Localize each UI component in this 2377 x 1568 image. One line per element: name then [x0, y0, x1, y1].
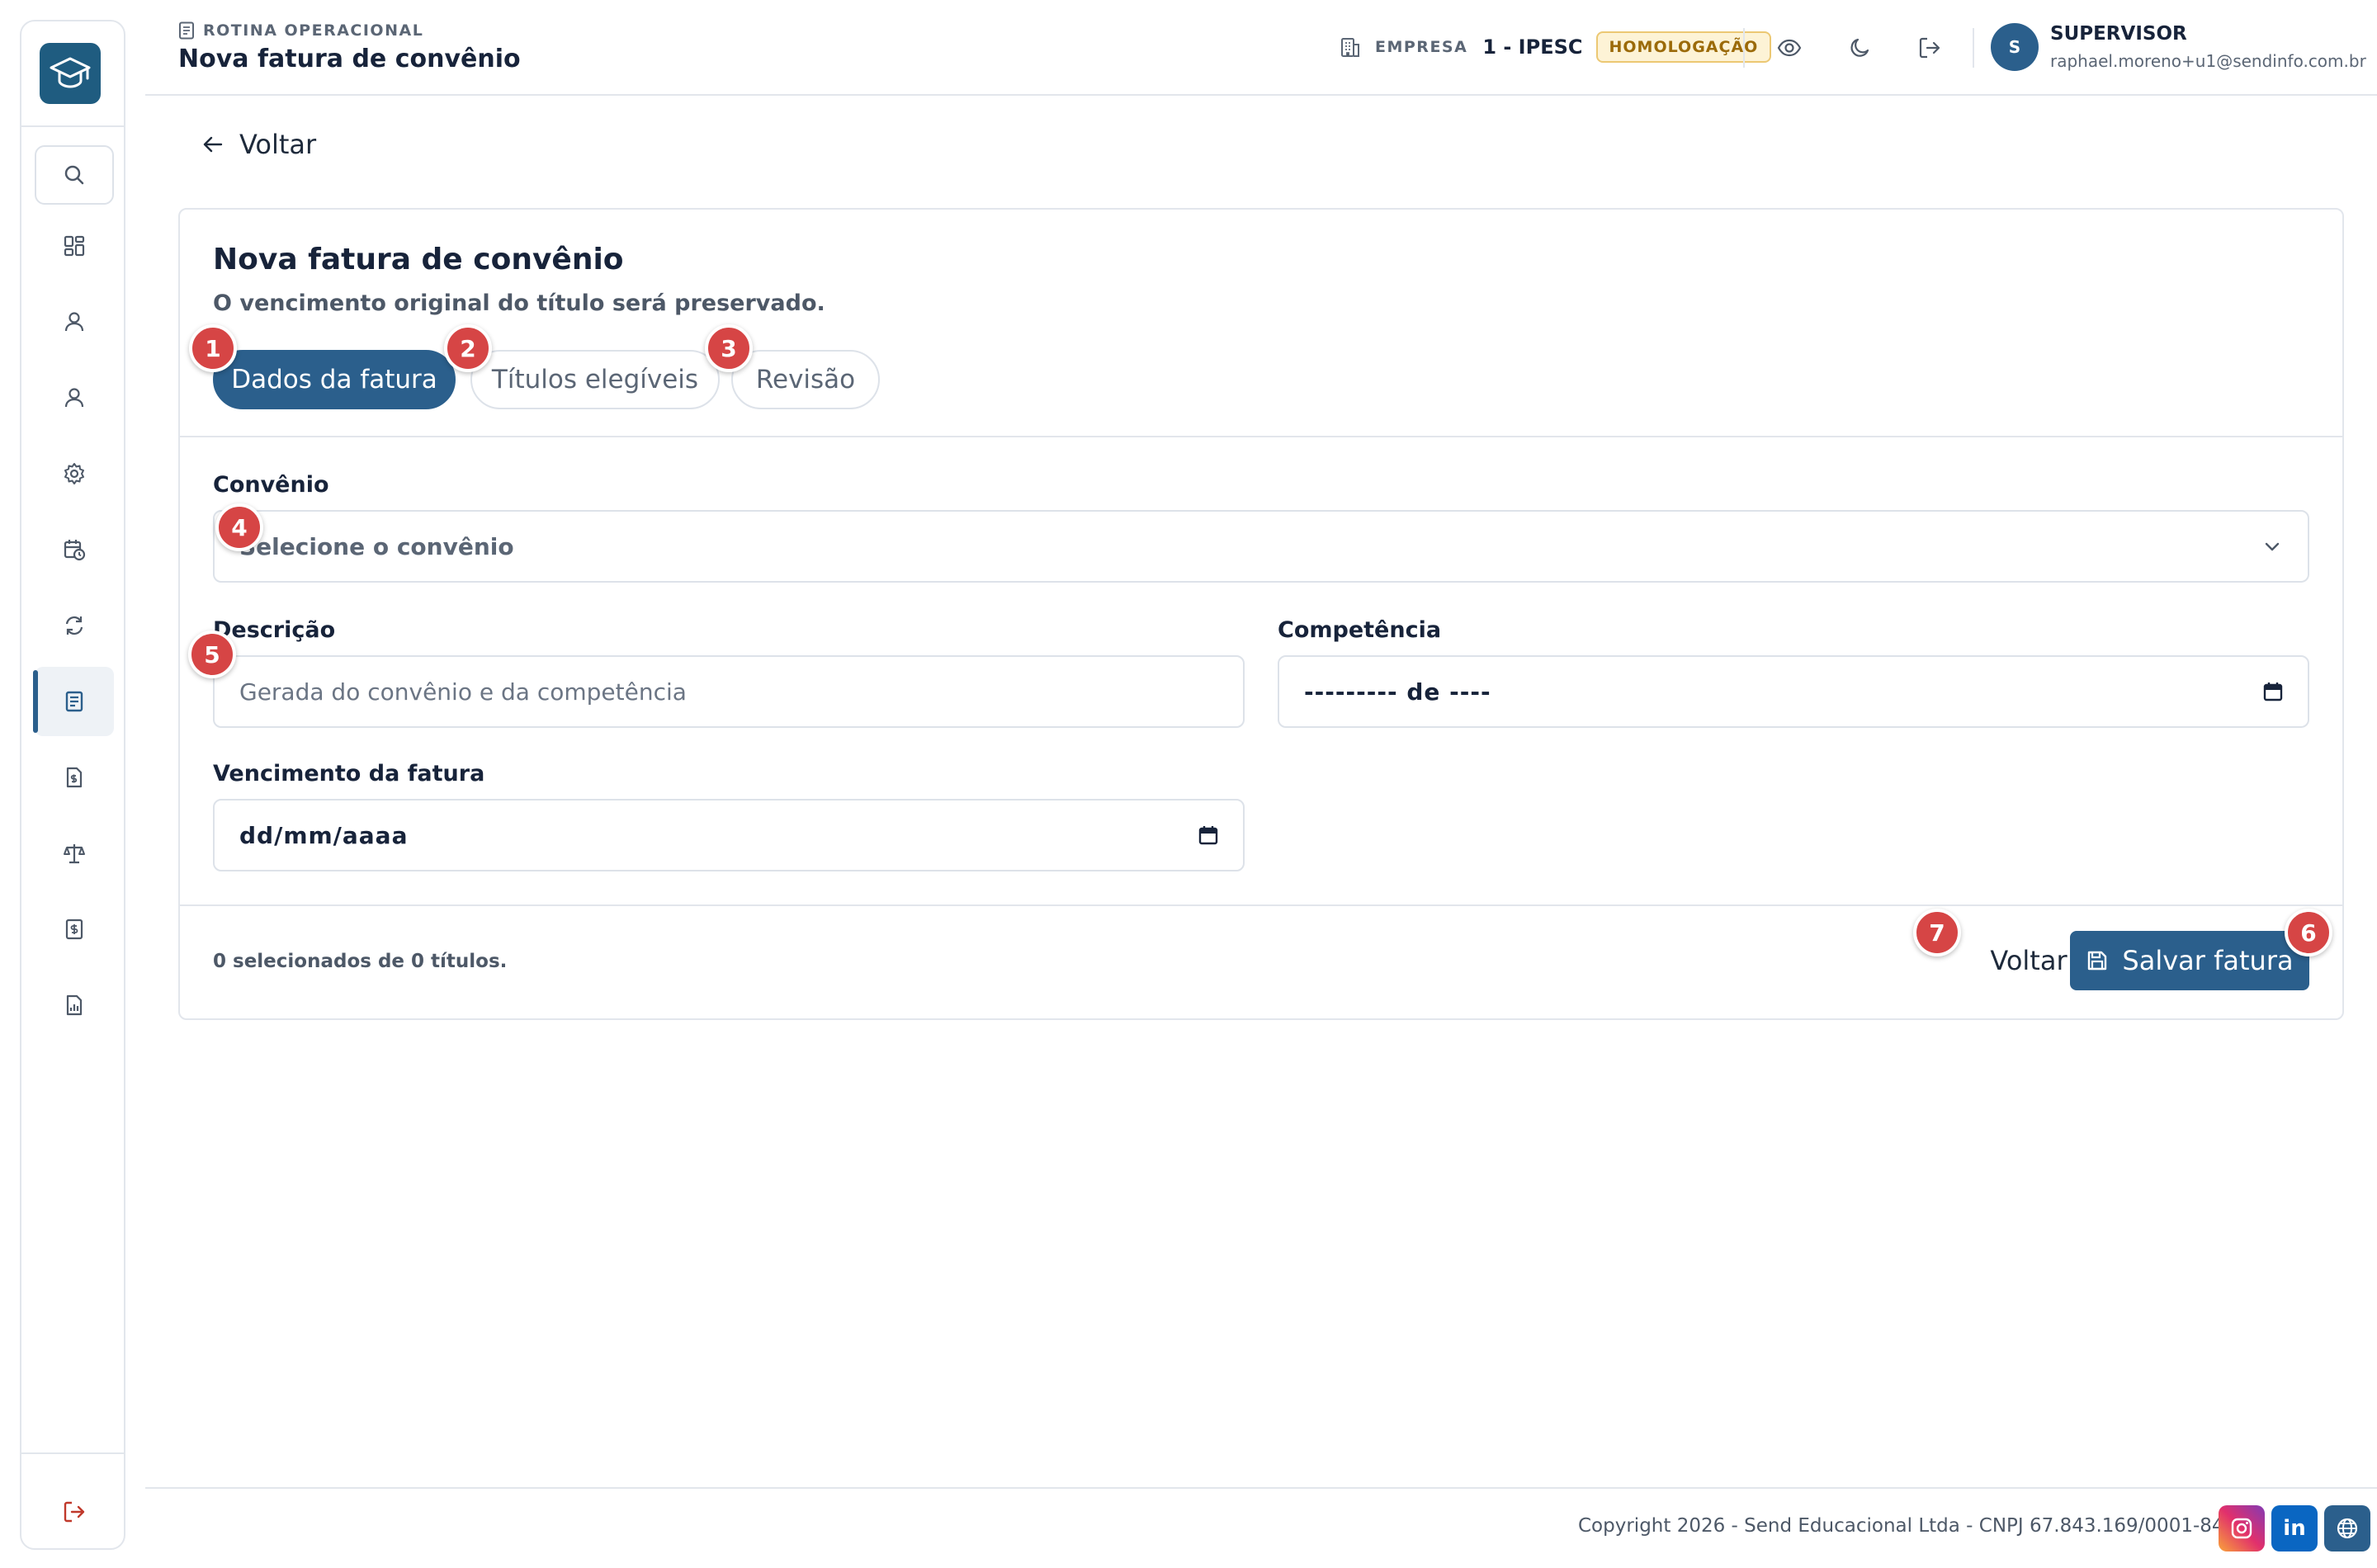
- file-dollar-icon: [66, 767, 83, 788]
- theme-toggle-button[interactable]: [1842, 30, 1878, 66]
- competencia-label: Competência: [1278, 617, 1442, 643]
- competencia-input[interactable]: --------- de ----: [1278, 655, 2309, 728]
- sidebar-item-billing[interactable]: [35, 743, 114, 812]
- marker-6: 6: [2285, 909, 2332, 956]
- copyright-text: Copyright 2026 - Send Educacional Ltda -…: [1578, 1515, 2224, 1537]
- refresh-icon: [65, 616, 83, 635]
- sidebar-item-legal[interactable]: [35, 819, 114, 888]
- toggle-visibility-button[interactable]: [1771, 30, 1808, 66]
- step-dados-da-fatura[interactable]: Dados da fatura: [213, 350, 456, 409]
- user-email: raphael.moreno+u1@sendinfo.com.br: [2050, 51, 2366, 71]
- linkedin-icon: in: [2283, 1516, 2306, 1541]
- marker-7: 7: [1913, 909, 1961, 956]
- selected-count: 0 selecionados de 0 títulos.: [213, 951, 508, 972]
- card-subtitle: O vencimento original do título será pre…: [213, 290, 825, 316]
- invoice-form-card: Nova fatura de convênio O vencimento ori…: [178, 208, 2344, 1020]
- chevron-down-icon: [2261, 512, 2283, 581]
- scale-icon: [64, 844, 85, 864]
- user-role: SUPERVISOR: [2050, 23, 2187, 45]
- top-header: ROTINA OPERACIONAL Nova fatura de convên…: [145, 0, 2377, 96]
- marker-5: 5: [188, 631, 236, 678]
- sidebar-divider-bottom: [21, 1452, 124, 1454]
- convenio-select[interactable]: Selecione o convênio: [213, 510, 2309, 583]
- arrow-left-icon: [203, 136, 223, 153]
- vencimento-value: dd/mm/aaaa: [239, 821, 409, 849]
- company-value: 1 - IPESC: [1482, 35, 1583, 59]
- globe-icon: [2337, 1518, 2358, 1539]
- sidebar-search-button[interactable]: [35, 145, 114, 205]
- sidebar-item-sync[interactable]: [35, 591, 114, 660]
- sidebar-logout-button[interactable]: [35, 1482, 114, 1542]
- website-link[interactable]: [2324, 1505, 2370, 1551]
- card-divider: [180, 436, 2342, 437]
- instagram-icon: [2231, 1518, 2252, 1539]
- calendar-clock-icon: [64, 540, 86, 561]
- user-alt-icon: [64, 388, 84, 408]
- avatar[interactable]: S: [1991, 23, 2039, 71]
- graduation-cap-icon: [50, 57, 91, 88]
- card-footer-divider: [180, 904, 2342, 906]
- sidebar-item-settings[interactable]: [35, 439, 114, 508]
- marker-2: 2: [444, 324, 492, 372]
- calendar-icon[interactable]: [2263, 657, 2283, 726]
- sidebar-item-invoices[interactable]: [33, 667, 114, 736]
- building-icon: [1341, 38, 1359, 57]
- convenio-placeholder: Selecione o convênio: [239, 532, 514, 560]
- invoice-icon: [65, 691, 83, 712]
- environment-badge: HOMOLOGAÇÃO: [1595, 31, 1772, 63]
- step-revisao[interactable]: Revisão: [731, 350, 880, 409]
- descricao-label: Descrição: [213, 617, 336, 643]
- marker-1: 1: [189, 324, 237, 372]
- header-divider: [1743, 28, 1745, 68]
- sidebar-item-users[interactable]: [35, 287, 114, 357]
- sidebar-item-finance[interactable]: [35, 895, 114, 964]
- linkedin-link[interactable]: in: [2271, 1505, 2318, 1551]
- sidebar-item-dashboard[interactable]: [35, 211, 114, 281]
- header-logout-button[interactable]: [1912, 30, 1948, 66]
- breadcrumb: ROTINA OPERACIONAL: [178, 21, 423, 40]
- instagram-link[interactable]: [2219, 1505, 2265, 1551]
- company-label: EMPRESA: [1375, 38, 1468, 56]
- sidebar-item-reports[interactable]: [35, 971, 114, 1040]
- eye-icon: [1777, 39, 1802, 57]
- step-titulos-elegiveis[interactable]: Títulos elegíveis: [470, 350, 720, 409]
- sidebar: [20, 20, 125, 1550]
- marker-3: 3: [705, 324, 753, 372]
- gear-icon: [64, 463, 84, 484]
- logout-icon: [64, 1501, 85, 1523]
- company-selector[interactable]: EMPRESA 1 - IPESC HOMOLOGAÇÃO: [1339, 31, 1772, 63]
- moon-icon: [1850, 38, 1869, 57]
- search-icon: [64, 165, 84, 185]
- report-chart-icon: [66, 994, 83, 1016]
- sidebar-divider: [21, 125, 124, 127]
- user-icon: [64, 312, 84, 332]
- save-icon: [2088, 951, 2107, 971]
- document-icon: [179, 21, 194, 40]
- descricao-input[interactable]: Gerada do convênio e da competência: [213, 655, 1245, 728]
- back-link-label: Voltar: [239, 129, 317, 160]
- footer-divider: [145, 1487, 2377, 1489]
- breadcrumb-label: ROTINA OPERACIONAL: [203, 21, 424, 40]
- marker-4: 4: [215, 503, 263, 551]
- header-divider: [1973, 28, 1974, 68]
- app-logo[interactable]: [40, 43, 101, 104]
- receipt-dollar-icon: [65, 919, 83, 940]
- sidebar-item-people[interactable]: [35, 363, 114, 432]
- logout-icon: [1919, 37, 1940, 59]
- descricao-placeholder: Gerada do convênio e da competência: [239, 678, 687, 706]
- vencimento-input[interactable]: dd/mm/aaaa: [213, 799, 1245, 871]
- vencimento-label: Vencimento da fatura: [213, 761, 485, 786]
- dashboard-icon: [64, 235, 85, 257]
- sidebar-item-schedule[interactable]: [35, 515, 114, 584]
- page-title: Nova fatura de convênio: [178, 45, 521, 73]
- competencia-value: --------- de ----: [1304, 678, 1491, 706]
- back-link[interactable]: Voltar: [201, 129, 316, 160]
- convenio-label: Convênio: [213, 472, 329, 498]
- calendar-icon[interactable]: [1198, 801, 1218, 870]
- card-title: Nova fatura de convênio: [213, 243, 624, 276]
- save-invoice-label: Salvar fatura: [2122, 945, 2294, 976]
- save-invoice-button[interactable]: Salvar fatura: [2070, 931, 2309, 990]
